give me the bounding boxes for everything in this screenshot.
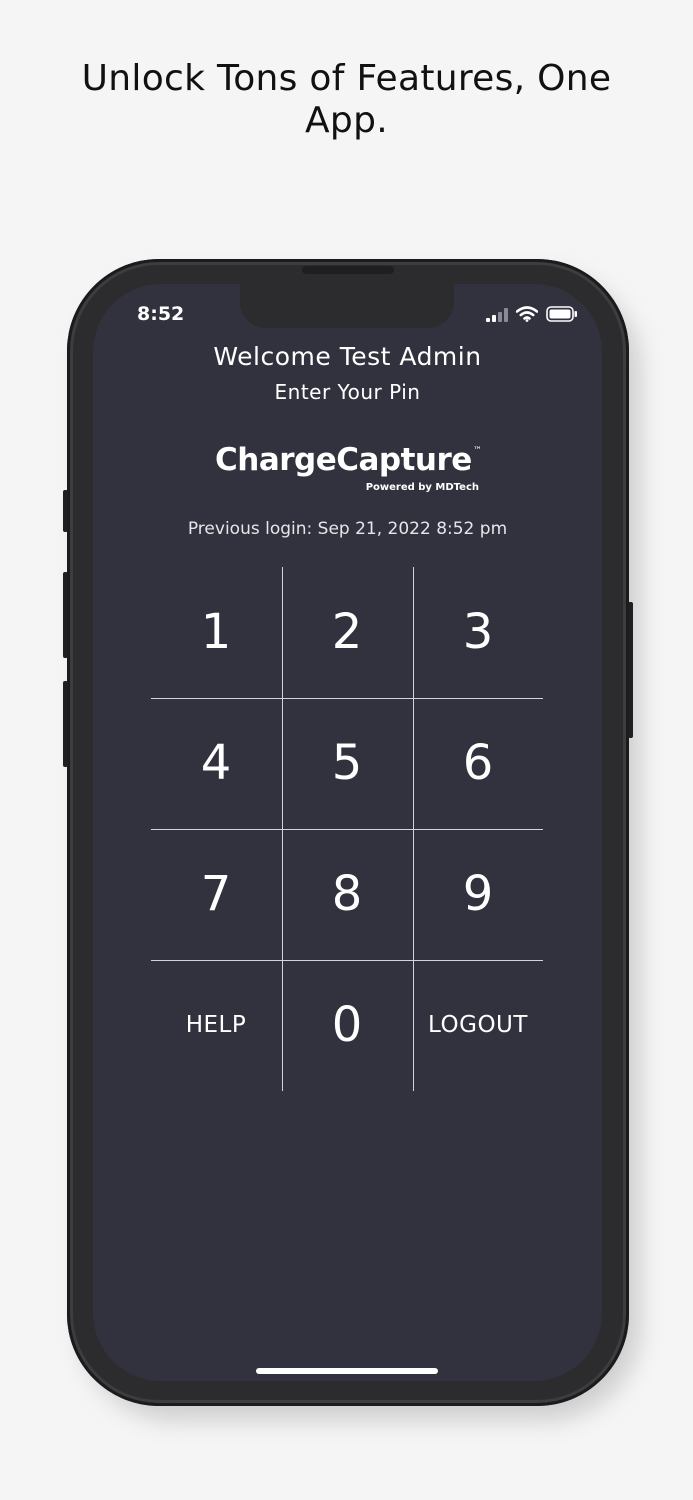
home-indicator[interactable] [256, 1368, 438, 1374]
wifi-icon [515, 306, 539, 326]
pin-keypad: 1 2 3 4 5 6 7 8 9 HELP 0 LOGOUT [151, 567, 543, 1091]
logout-button[interactable]: LOGOUT [413, 960, 543, 1090]
speaker [302, 266, 394, 274]
notch [240, 284, 454, 328]
logo-wordmark: ChargeCapture [215, 442, 472, 478]
key-7[interactable]: 7 [151, 829, 281, 959]
welcome-text: Welcome Test Admin [213, 342, 482, 371]
logo-trademark: ™ [473, 446, 482, 456]
battery-icon [546, 306, 578, 326]
key-1[interactable]: 1 [151, 567, 281, 697]
key-5[interactable]: 5 [282, 698, 412, 828]
logo-tagline: Powered by MDTech [365, 482, 479, 493]
chargecapture-logo: ChargeCapture ™ Powered by MDTech [215, 442, 485, 502]
promo-headline: Unlock Tons of Features, One App. [81, 58, 612, 141]
app-screen: 8:52 Welcome Test Admin Enter Your Pin C… [93, 284, 602, 1381]
power-button [628, 602, 633, 738]
help-button[interactable]: HELP [151, 960, 281, 1090]
key-6[interactable]: 6 [413, 698, 543, 828]
key-3[interactable]: 3 [413, 567, 543, 697]
key-2[interactable]: 2 [282, 567, 412, 697]
key-0[interactable]: 0 [282, 960, 412, 1090]
enter-pin-text: Enter Your Pin [274, 380, 421, 404]
previous-login-text: Previous login: Sep 21, 2022 8:52 pm [187, 519, 508, 539]
status-time: 8:52 [137, 303, 185, 325]
silent-switch [63, 490, 68, 532]
key-8[interactable]: 8 [282, 829, 412, 959]
key-4[interactable]: 4 [151, 698, 281, 828]
volume-down-button [63, 681, 68, 767]
volume-up-button [63, 572, 68, 658]
status-icons [486, 306, 578, 326]
key-9[interactable]: 9 [413, 829, 543, 959]
signal-icon [486, 307, 508, 326]
